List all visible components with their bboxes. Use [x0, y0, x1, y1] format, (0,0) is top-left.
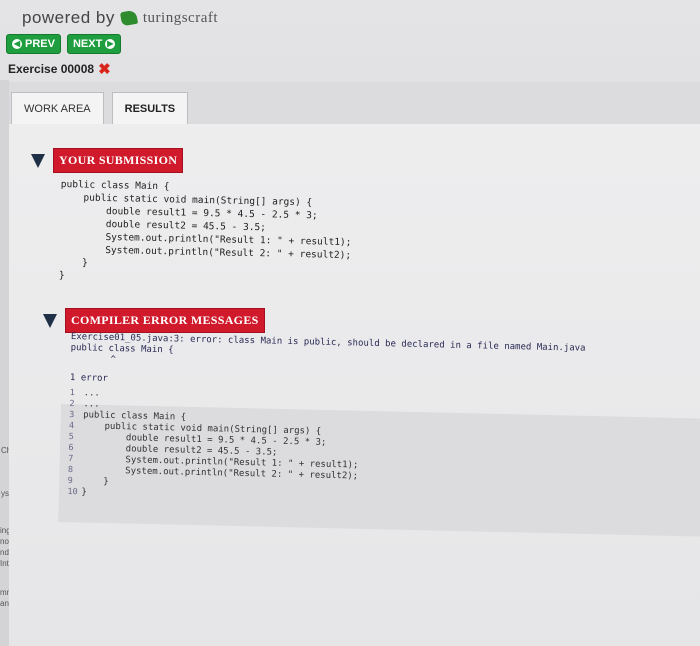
tab-work-area[interactable]: WORK AREA [11, 92, 104, 124]
submission-code: public class Main { public static void m… [58, 178, 352, 282]
exercise-title-row: Exercise 00008 ✖ [8, 60, 111, 78]
line-text: ... [83, 399, 100, 410]
exercise-title: Exercise 00008 [8, 62, 95, 76]
line-text: } [81, 476, 109, 487]
line-number: 2 [69, 398, 75, 410]
tab-results[interactable]: RESULTS [111, 92, 189, 124]
source-listing: 1... 2... 3 public class Main { 4 public … [67, 388, 584, 510]
prev-label: PREV [25, 38, 55, 50]
submission-header[interactable]: YOUR SUBMISSION [31, 148, 184, 173]
x-mark-icon: ✖ [98, 61, 111, 78]
powered-by-text: powered by [22, 8, 115, 27]
compiler-output: Exercise01_05.java:3: error: class Main … [67, 332, 585, 510]
line-number: 4 [68, 420, 75, 432]
main-panel: WORK AREA RESULTS YOUR SUBMISSION public… [9, 82, 700, 646]
line-text: ... [83, 388, 100, 399]
line-number: 8 [67, 464, 74, 476]
next-button[interactable]: NEXT ▶ [66, 34, 122, 54]
turingscraft-logo-icon [119, 9, 138, 27]
line-number: 7 [68, 453, 74, 465]
brand-name: turingscraft [142, 9, 219, 26]
next-label: NEXT [72, 38, 103, 50]
line-number: 3 [69, 409, 75, 421]
prev-button[interactable]: ◀ PREV [6, 34, 61, 54]
powered-by-banner: powered by turingscraft [22, 8, 218, 28]
tab-bar: WORK AREA RESULTS [9, 82, 700, 124]
line-number: 6 [68, 442, 74, 454]
collapse-triangle-icon[interactable] [43, 313, 57, 328]
line-number: 1 [69, 387, 75, 399]
compiler-header[interactable]: COMPILER ERROR MESSAGES [43, 308, 265, 333]
exercise-nav: ◀ PREV NEXT ▶ [6, 34, 122, 54]
arrow-left-icon: ◀ [12, 39, 22, 49]
line-number: 10 [67, 486, 78, 498]
submission-label: YOUR SUBMISSION [53, 148, 184, 173]
line-number: 5 [68, 431, 74, 443]
line-text: } [81, 487, 87, 498]
arrow-right-icon: ▶ [105, 39, 116, 49]
side-fragment: ys [1, 489, 9, 498]
collapse-triangle-icon[interactable] [31, 153, 45, 168]
line-number: 9 [67, 475, 73, 487]
compiler-label: COMPILER ERROR MESSAGES [65, 308, 265, 333]
